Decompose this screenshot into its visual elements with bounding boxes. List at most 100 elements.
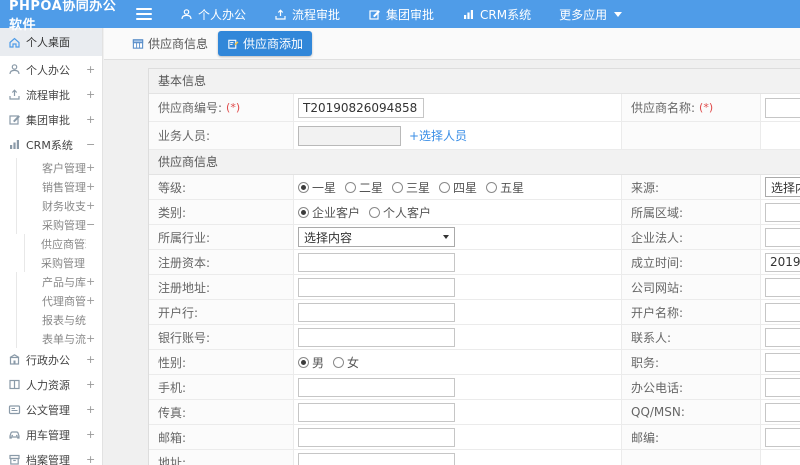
expand-toggle-icon[interactable]: +: [86, 113, 102, 126]
radio-option-五星[interactable]: 五星: [486, 179, 524, 196]
topnav-item-流程审批[interactable]: 流程审批: [260, 0, 354, 28]
building-icon: [9, 354, 20, 365]
sidebar-item-供应商管理[interactable]: 供应商管理: [24, 234, 102, 253]
field-label: 开户行:: [149, 300, 294, 324]
sidebar-item-公文管理[interactable]: 公文管理 +: [0, 398, 102, 421]
radio-option-男[interactable]: 男: [298, 354, 324, 371]
radio-label: 个人客户: [383, 205, 432, 220]
sidebar-item-流程审批[interactable]: 流程审批 +: [0, 83, 102, 106]
text-input[interactable]: [298, 125, 401, 146]
field-label: 供应商名称: (*): [621, 94, 761, 121]
field-label: 邮箱:: [149, 425, 294, 449]
topnav-item-更多应用[interactable]: 更多应用: [545, 0, 636, 28]
text-input[interactable]: [298, 327, 455, 347]
radio-option-企业客户[interactable]: 企业客户: [298, 204, 360, 221]
sidebar-item-产品与库存[interactable]: 产品与库存+: [16, 272, 102, 291]
select-person-link[interactable]: +选择人员: [409, 127, 467, 144]
expand-toggle-icon[interactable]: +: [86, 294, 102, 307]
expand-toggle-icon[interactable]: +: [86, 199, 102, 212]
text-input[interactable]: [298, 252, 455, 272]
tab-供应商信息[interactable]: 供应商信息: [132, 35, 208, 52]
sidebar-item-集团审批[interactable]: 集团审批 +: [0, 108, 102, 131]
field-label: 职务:: [621, 350, 761, 374]
radio-label: 男: [312, 355, 325, 370]
sidebar-item-档案管理[interactable]: 档案管理 +: [0, 448, 102, 465]
radio-option-个人客户[interactable]: 个人客户: [369, 204, 431, 221]
sidebar-item-行政办公[interactable]: 行政办公 +: [0, 348, 102, 371]
topnav-label: 流程审批: [292, 7, 341, 22]
text-input[interactable]: [765, 352, 800, 372]
required-marker: (*): [226, 101, 241, 114]
sidebar: 个人桌面 个人办公 + 流程审批 + 集团审批 + CRM系统 − 客户管理 + 销售管理 + 财务收支 +…: [0, 28, 103, 465]
menu-toggle-icon[interactable]: [136, 8, 152, 20]
select-dropdown[interactable]: 选择内容: [765, 177, 800, 197]
text-input[interactable]: [298, 277, 455, 297]
sidebar-item-客户管理[interactable]: 客户管理 +: [16, 158, 102, 177]
topnav-label: 集团审批: [386, 7, 435, 22]
sidebar-item-表单与流程设置[interactable]: 表单与流程设置+: [16, 329, 102, 348]
expand-toggle-icon[interactable]: +: [86, 161, 102, 174]
text-input[interactable]: [298, 402, 455, 422]
sidebar-item-销售管理[interactable]: 销售管理 +: [16, 177, 102, 196]
sidebar-item-采购管理[interactable]: 采购管理: [24, 253, 102, 272]
car-icon: [9, 431, 20, 439]
topnav-item-CRM系统[interactable]: CRM系统: [448, 0, 545, 28]
radio-option-女[interactable]: 女: [333, 354, 359, 371]
text-input[interactable]: [765, 97, 800, 118]
expand-toggle-icon[interactable]: +: [86, 275, 102, 288]
form-row: 手机: 办公电话:: [149, 375, 800, 400]
expand-toggle-icon[interactable]: −: [86, 138, 102, 151]
text-input[interactable]: [298, 427, 455, 447]
radio-icon: [345, 181, 357, 193]
sidebar-item-CRM系统[interactable]: CRM系统 −: [0, 133, 102, 156]
radio-option-二星[interactable]: 二星: [345, 179, 383, 196]
tab-供应商添加[interactable]: 供应商添加: [218, 31, 313, 56]
expand-toggle-icon[interactable]: +: [86, 332, 102, 345]
text-input[interactable]: [765, 377, 800, 397]
expand-toggle-icon[interactable]: +: [86, 63, 102, 76]
text-input[interactable]: [765, 302, 800, 322]
text-input[interactable]: [765, 202, 800, 222]
radio-option-四星[interactable]: 四星: [439, 179, 477, 196]
expand-toggle-icon[interactable]: +: [86, 453, 102, 465]
text-input[interactable]: [298, 377, 455, 397]
text-input[interactable]: [298, 452, 455, 465]
sidebar-item-label: 供应商管理: [41, 237, 86, 251]
text-input[interactable]: [298, 97, 424, 118]
text-input[interactable]: [765, 277, 800, 297]
expand-toggle-icon[interactable]: +: [86, 180, 102, 193]
radio-option-三星[interactable]: 三星: [392, 179, 430, 196]
form-row: 注册资本: 成立时间:: [149, 250, 800, 275]
sidebar-item-用车管理[interactable]: 用车管理 +: [0, 423, 102, 446]
text-input[interactable]: [765, 427, 800, 447]
sidebar-item-label: 报表与统计: [42, 313, 86, 327]
field-cell: [761, 400, 800, 424]
expand-toggle-icon[interactable]: +: [86, 378, 102, 391]
tab-label: 供应商信息: [148, 37, 209, 51]
text-input[interactable]: [298, 302, 455, 322]
sidebar-item-财务收支[interactable]: 财务收支 +: [16, 196, 102, 215]
radio-option-一星[interactable]: 一星: [298, 179, 336, 196]
topnav-item-集团审批[interactable]: 集团审批: [354, 0, 448, 28]
sidebar-item-代理商管理[interactable]: 代理商管理+: [16, 291, 102, 310]
radio-label: 一星: [312, 180, 337, 195]
select-dropdown[interactable]: 选择内容: [298, 227, 455, 247]
sidebar-item-个人办公[interactable]: 个人办公 +: [0, 58, 102, 81]
expand-toggle-icon[interactable]: +: [86, 428, 102, 441]
topnav-item-个人办公[interactable]: 个人办公: [166, 0, 260, 28]
sidebar-item-label: 采购管理: [41, 256, 85, 270]
text-input[interactable]: [765, 327, 800, 347]
expand-toggle-icon[interactable]: +: [86, 88, 102, 101]
text-input[interactable]: [765, 227, 800, 247]
expand-toggle-icon[interactable]: +: [86, 403, 102, 416]
field-label: 联系人:: [621, 325, 761, 349]
text-input[interactable]: [765, 252, 800, 272]
sidebar-item-报表与统计[interactable]: 报表与统计: [16, 310, 102, 329]
user-icon: [9, 64, 20, 75]
text-input[interactable]: [765, 402, 800, 422]
expand-toggle-icon[interactable]: −: [86, 218, 102, 231]
sidebar-item-采购管理[interactable]: 采购管理 −: [16, 215, 102, 234]
form-row: 所属行业: 选择内容 企业法人:: [149, 225, 800, 250]
expand-toggle-icon[interactable]: +: [86, 353, 102, 366]
sidebar-item-人力资源[interactable]: 人力资源 +: [0, 373, 102, 396]
